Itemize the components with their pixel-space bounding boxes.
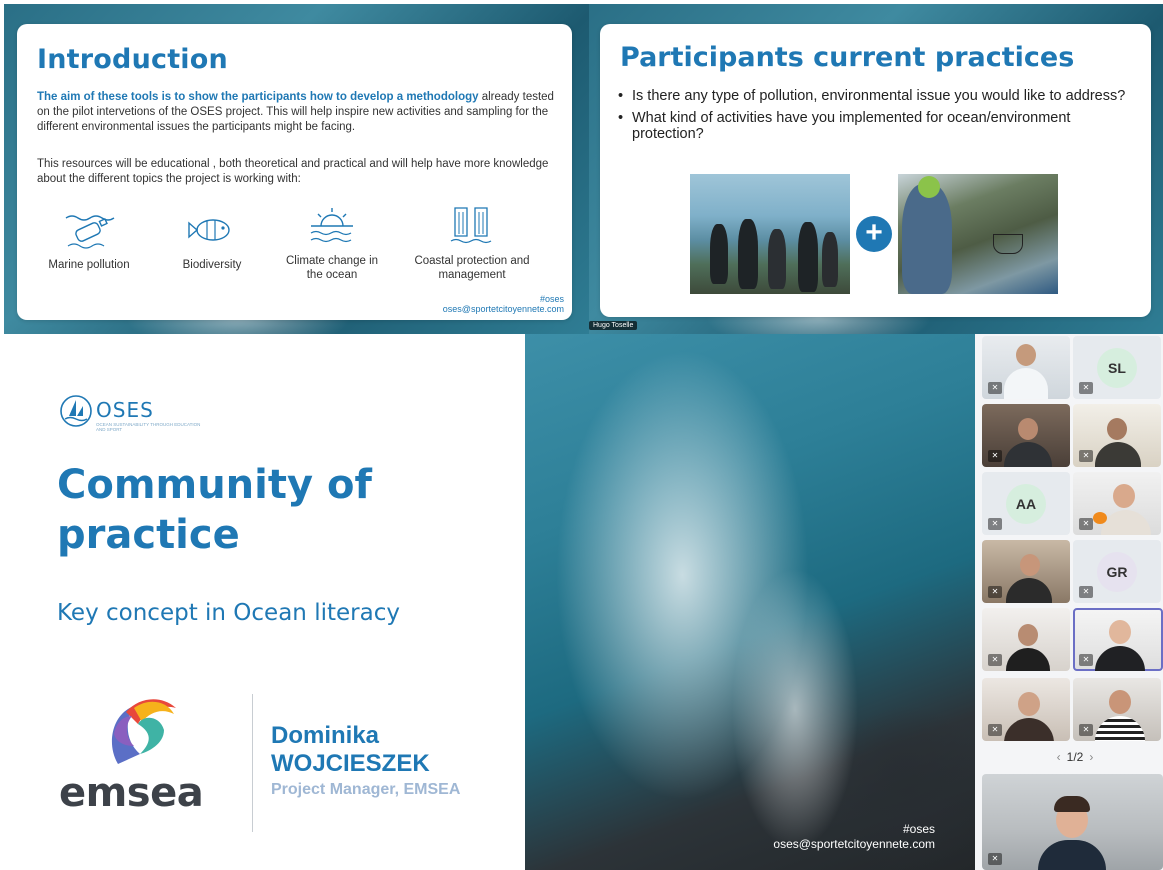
sun-over-waves-icon	[310, 208, 353, 243]
participant-initials: SL	[1097, 347, 1137, 388]
presenter-name-tag: Hugo Toselle	[589, 321, 638, 330]
bottle-in-water-icon	[65, 215, 115, 249]
mic-muted-icon: ✕	[1079, 724, 1093, 736]
participant-tile[interactable]: ✕	[982, 540, 1070, 603]
participant-tile[interactable]: ✕	[982, 608, 1070, 671]
pager-label: 1/2	[1066, 750, 1084, 764]
participant-tile[interactable]: ✕	[1073, 472, 1161, 535]
mic-muted-icon: ✕	[988, 382, 1002, 394]
practice-slide: Participants current practices Is there …	[600, 24, 1151, 317]
topic-label: Coastal protection and management	[414, 255, 530, 281]
topic-biodiversity: Biodiversity	[167, 210, 257, 272]
mic-muted-icon: ✕	[988, 586, 1002, 598]
plus-icon: +	[856, 216, 892, 252]
participant-tile-active-speaker[interactable]: ✕	[1073, 608, 1163, 671]
intro-paragraph-1: The aim of these tools is to show the pa…	[37, 90, 557, 135]
topic-coastal-protection: Coastal protection and management	[412, 204, 532, 282]
participant-initials: GR	[1097, 551, 1137, 592]
intro-footer: #oses oses@sportetcitoyennete.com	[443, 294, 564, 314]
participant-tile[interactable]: ✕	[982, 336, 1070, 399]
mic-muted-icon: ✕	[1079, 654, 1093, 666]
practice-bullet: Is there any type of pollution, environm…	[618, 88, 1128, 104]
mic-muted-icon: ✕	[988, 654, 1002, 666]
oses-logo-icon	[60, 395, 92, 427]
pager-next-button[interactable]: ›	[1089, 750, 1093, 764]
mic-muted-icon: ✕	[1079, 382, 1093, 394]
practice-bullets: Is there any type of pollution, environm…	[618, 88, 1128, 148]
mic-muted-icon: ✕	[988, 518, 1002, 530]
participant-tile[interactable]: AA ✕	[982, 472, 1070, 535]
participant-tile[interactable]: ✕	[982, 404, 1070, 467]
participant-initials: AA	[1006, 483, 1046, 524]
intro-paragraph-2: This resources will be educational , bot…	[37, 158, 549, 185]
mic-muted-icon: ✕	[988, 853, 1002, 865]
participant-tile[interactable]: GR ✕	[1073, 540, 1161, 603]
intro-footer-email: oses@sportetcitoyennete.com	[442, 304, 564, 314]
mic-muted-icon: ✕	[1079, 518, 1093, 530]
ocean-footer-tag: #oses	[902, 822, 935, 836]
fish-icon	[188, 219, 230, 241]
photo-sampling-net	[898, 174, 1058, 294]
participant-tile[interactable]: ✕	[1073, 404, 1161, 467]
community-of-practice-slide: OSES OCEAN SUSTAINABILITY THROUGH EDUCAT…	[4, 334, 525, 870]
presenter-first-name: Dominika	[271, 722, 380, 749]
oses-logo-subtitle: OCEAN SUSTAINABILITY THROUGH EDUCATION A…	[96, 422, 201, 432]
emsea-logo-text: emsea	[59, 770, 204, 816]
cop-title: Community of practice	[57, 462, 372, 558]
topic-label: Climate change in the ocean	[285, 255, 379, 281]
emsea-logo-icon	[111, 699, 176, 764]
waterfall-cliff-icon	[450, 207, 492, 244]
logo-divider	[252, 694, 253, 832]
intro-slide: Introduction The aim of these tools is t…	[17, 24, 572, 320]
participant-tile[interactable]: ✕	[982, 678, 1070, 741]
ocean-aerial-image: #oses oses@sportetcitoyennete.com	[525, 334, 975, 870]
intro-highlight: The aim of these tools is to show the pa…	[37, 91, 479, 103]
presenter-role: Project Manager, EMSEA	[271, 781, 461, 798]
practice-title: Participants current practices	[620, 42, 1075, 73]
topic-label: Marine pollution	[48, 259, 130, 271]
self-view-tile[interactable]: ✕	[982, 774, 1163, 870]
presenter-name: Dominika WOJCIESZEK	[271, 722, 430, 778]
ocean-footer: #oses oses@sportetcitoyennete.com	[773, 822, 935, 852]
oses-logo-text: OSES	[96, 398, 154, 422]
topic-marine-pollution: Marine pollution	[39, 210, 139, 272]
pager-prev-button[interactable]: ‹	[1057, 750, 1061, 764]
topic-label: Biodiversity	[182, 259, 242, 271]
topic-climate-change: Climate change in the ocean	[277, 206, 387, 282]
photo-group-in-water	[690, 174, 850, 294]
participant-tile[interactable]: ✕	[1073, 678, 1161, 741]
mic-muted-icon: ✕	[1079, 450, 1093, 462]
mic-muted-icon: ✕	[988, 724, 1002, 736]
participant-pager: ‹ 1/2 ›	[1045, 750, 1105, 764]
mic-muted-icon: ✕	[1079, 586, 1093, 598]
intro-title: Introduction	[37, 44, 228, 75]
mic-muted-icon: ✕	[988, 450, 1002, 462]
practice-bullet: What kind of activities have you impleme…	[618, 110, 1128, 142]
participant-tile[interactable]: SL ✕	[1073, 336, 1161, 399]
intro-footer-tag: #oses	[539, 294, 564, 304]
presenter-last-name: WOJCIESZEK	[271, 750, 430, 777]
cop-subtitle: Key concept in Ocean literacy	[57, 600, 400, 626]
ocean-footer-email: oses@sportetcitoyennete.com	[773, 837, 935, 851]
